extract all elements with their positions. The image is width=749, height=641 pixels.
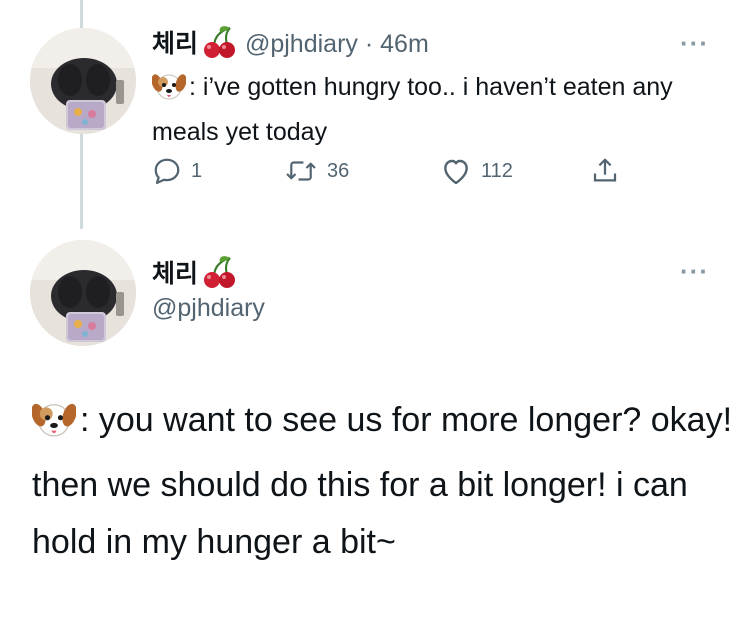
handle[interactable]: @pjhdiary xyxy=(245,30,358,58)
display-name[interactable]: 체리 xyxy=(152,254,238,296)
timestamp[interactable]: 46m xyxy=(380,30,429,58)
avatar-photo xyxy=(30,240,136,346)
share-icon xyxy=(593,158,617,182)
avatar[interactable] xyxy=(30,28,136,134)
dog-face-icon xyxy=(151,71,187,113)
separator: · xyxy=(364,30,374,58)
more-icon: ··· xyxy=(680,256,709,286)
avatar-photo xyxy=(30,28,136,134)
retweet-icon xyxy=(286,161,316,181)
display-name-text: 체리 xyxy=(152,30,199,58)
handle[interactable]: @pjhdiary xyxy=(152,294,265,323)
reply-count: 1 xyxy=(191,159,203,182)
heart-icon xyxy=(444,159,468,185)
cherries-icon xyxy=(200,255,238,296)
dog-face-icon xyxy=(31,399,77,457)
more-icon: ··· xyxy=(680,28,709,58)
tweet-text-body: : you want to see us for more longer? ok… xyxy=(32,401,733,561)
avatar[interactable] xyxy=(30,240,136,346)
more-options-button[interactable]: ··· xyxy=(680,28,709,59)
reply-button[interactable]: 1 xyxy=(152,156,202,186)
display-name[interactable]: 체리 @pjhdiary · 46m xyxy=(152,24,429,66)
retweet-button[interactable]: 36 xyxy=(284,156,349,186)
display-name-text: 체리 xyxy=(152,260,199,288)
more-options-button[interactable]: ··· xyxy=(680,256,709,287)
tweet-text: : i’ve gotten hungry too.. i haven’t eat… xyxy=(151,68,712,152)
retweet-count: 36 xyxy=(327,159,350,182)
share-button[interactable] xyxy=(590,156,620,186)
cherries-icon xyxy=(200,25,238,66)
like-count: 112 xyxy=(481,159,513,182)
tweet-text: : you want to see us for more longer? ok… xyxy=(31,392,733,571)
like-button[interactable]: 112 xyxy=(440,156,513,186)
tweet-text-body: : i’ve gotten hungry too.. i haven’t eat… xyxy=(152,73,673,146)
reply-icon xyxy=(154,158,180,184)
